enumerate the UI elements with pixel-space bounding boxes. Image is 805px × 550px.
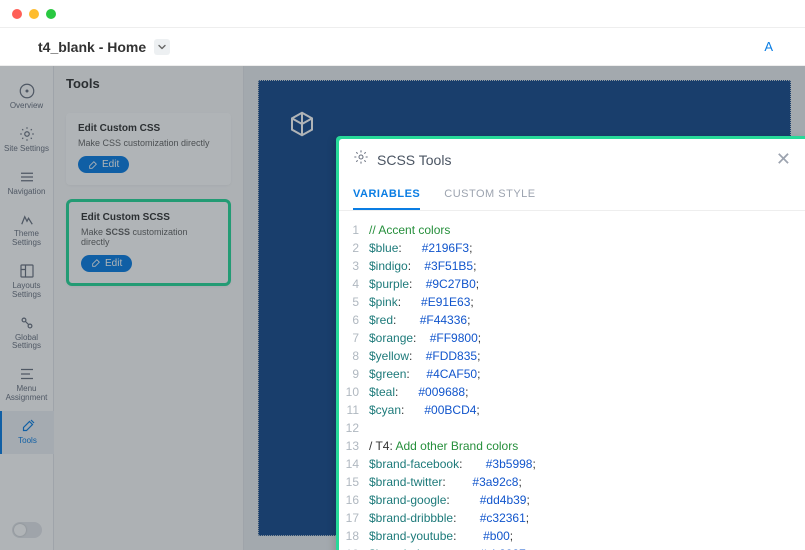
card-title: Edit Custom SCSS (81, 212, 216, 223)
mac-minimize-dot[interactable] (29, 9, 39, 19)
code-line: 10$teal: #009688; (339, 383, 805, 401)
edit-css-button[interactable]: Edit (78, 156, 129, 173)
code-line: 3$indigo: #3F51B5; (339, 257, 805, 275)
top-right-hint: A (764, 39, 773, 54)
tab-variables[interactable]: VARIABLES (353, 180, 420, 210)
modal-tabs: VARIABLES CUSTOM STYLE (339, 180, 805, 211)
card-desc: Make CSS customization directly (78, 138, 219, 148)
side-panel-title: Tools (66, 76, 231, 91)
mac-close-dot[interactable] (12, 9, 22, 19)
top-bar: t4_blank - Home A (0, 28, 805, 66)
card-desc: Make SCSS customization directly (81, 227, 216, 247)
card-edit-custom-css: Edit Custom CSS Make CSS customization d… (66, 113, 231, 185)
card-edit-custom-scss: Edit Custom SCSS Make SCSS customization… (66, 199, 231, 287)
modal-title: SCSS Tools (377, 152, 451, 168)
rail-overview[interactable]: Overview (0, 76, 54, 119)
code-line: 11$cyan: #00BCD4; (339, 401, 805, 419)
rail-collapse-toggle[interactable] (12, 522, 42, 538)
code-line: 18$brand-youtube: #b00; (339, 527, 805, 545)
gear-icon (353, 149, 369, 170)
rail-tools[interactable]: Tools (0, 411, 54, 454)
rail-label: Site Settings (2, 145, 51, 154)
cube-icon (287, 109, 317, 144)
code-line: 19$brand-pinterest: #cb2027; (339, 545, 805, 550)
rail-label: Navigation (6, 188, 48, 197)
mac-titlebar (0, 0, 805, 28)
code-line: 6$red: #F44336; (339, 311, 805, 329)
close-icon[interactable]: ✕ (776, 149, 791, 170)
edit-label: Edit (102, 159, 119, 170)
code-line: 7$orange: #FF9800; (339, 329, 805, 347)
code-line: 2$blue: #2196F3; (339, 239, 805, 257)
chevron-down-icon[interactable] (154, 39, 170, 55)
edit-scss-button[interactable]: Edit (81, 255, 132, 272)
scss-modal: SCSS Tools ✕ VARIABLES CUSTOM STYLE 1// … (336, 136, 805, 550)
code-line: 16$brand-google: #dd4b39; (339, 491, 805, 509)
code-line: 1// Accent colors (339, 221, 805, 239)
code-line: 5$pink: #E91E63; (339, 293, 805, 311)
edit-label: Edit (105, 258, 122, 269)
app-window: t4_blank - Home A Overview Site Settings… (0, 0, 805, 550)
rail-theme-settings[interactable]: Theme Settings (0, 204, 54, 256)
rail-global-settings[interactable]: Global Settings (0, 308, 54, 360)
card-title: Edit Custom CSS (78, 123, 219, 134)
code-line: 12 (339, 419, 805, 437)
mac-zoom-dot[interactable] (46, 9, 56, 19)
code-line: 8$yellow: #FDD835; (339, 347, 805, 365)
code-editor[interactable]: 1// Accent colors2$blue: #2196F3;3$indig… (339, 211, 805, 550)
code-line: 9$green: #4CAF50; (339, 365, 805, 383)
rail-site-settings[interactable]: Site Settings (0, 119, 54, 162)
code-line: 17$brand-dribbble: #c32361; (339, 509, 805, 527)
rail-label: Menu Assignment (0, 385, 54, 403)
rail-label: Tools (16, 437, 39, 446)
rail-menu-assignment[interactable]: Menu Assignment (0, 359, 54, 411)
code-line: 14$brand-facebook: #3b5998; (339, 455, 805, 473)
side-panel: Tools Edit Custom CSS Make CSS customiza… (54, 66, 244, 550)
rail-label: Theme Settings (0, 230, 54, 248)
modal-header: SCSS Tools ✕ (339, 139, 805, 180)
rail-label: Global Settings (0, 334, 54, 352)
code-line: 4$purple: #9C27B0; (339, 275, 805, 293)
workspace: Overview Site Settings Navigation Theme … (0, 66, 805, 550)
code-line: 13/ T4: Add other Brand colors (339, 437, 805, 455)
page-title: t4_blank - Home (38, 39, 146, 55)
rail-layouts-settings[interactable]: Layouts Settings (0, 256, 54, 308)
rail-label: Overview (8, 102, 45, 111)
left-rail: Overview Site Settings Navigation Theme … (0, 66, 54, 550)
tab-custom-style[interactable]: CUSTOM STYLE (444, 180, 535, 210)
code-line: 15$brand-twitter: #3a92c8; (339, 473, 805, 491)
rail-label: Layouts Settings (0, 282, 54, 300)
rail-navigation[interactable]: Navigation (0, 162, 54, 205)
